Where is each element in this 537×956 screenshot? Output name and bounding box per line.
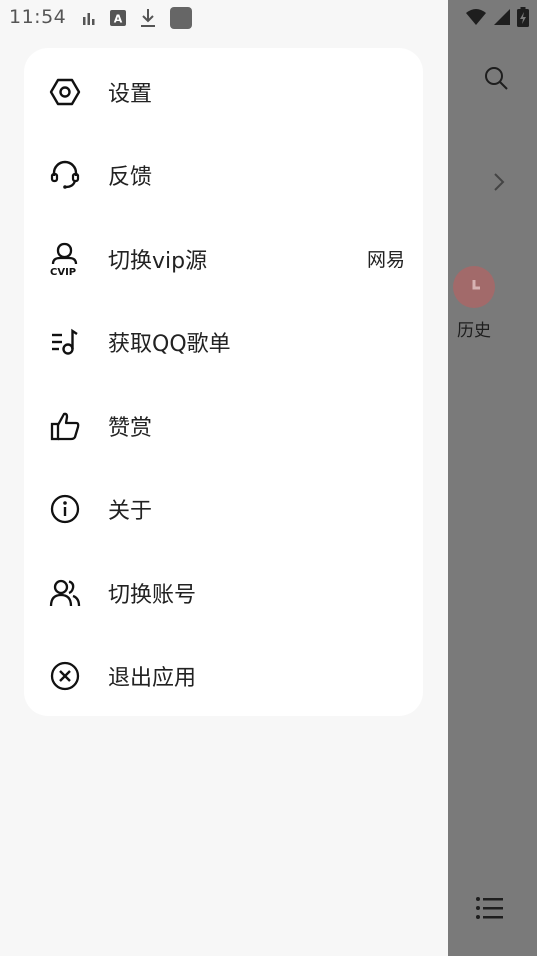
history-shortcut: 历史 (452, 266, 496, 341)
signal-icon (494, 9, 510, 25)
menu-item-switch-vip-source[interactable]: CVIP 切换vip源 网易 (24, 217, 423, 300)
headset-icon (48, 158, 82, 192)
svg-text:CVIP: CVIP (50, 267, 76, 276)
history-label: 历史 (457, 321, 491, 341)
menu-item-label: 切换vip源 (108, 248, 208, 274)
notification-icons: A (82, 7, 192, 29)
settings-icon (48, 75, 82, 109)
font-a-icon: A (110, 10, 126, 26)
list-icon (474, 894, 506, 922)
vip-user-icon: CVIP (48, 242, 82, 276)
menu-item-label: 反馈 (108, 164, 153, 190)
exit-icon (48, 659, 82, 693)
system-status-icons (465, 6, 529, 28)
svg-text:A: A (114, 13, 123, 26)
history-icon (453, 266, 495, 308)
switch-account-icon (48, 576, 82, 610)
menu-item-about[interactable]: 关于 (24, 467, 423, 550)
vip-source-value: 网易 (366, 249, 405, 271)
menu-item-label: 赞赏 (108, 415, 153, 441)
menu-item-switch-account[interactable]: 切换账号 (24, 551, 423, 634)
info-icon (48, 492, 82, 526)
equalizer-icon (83, 13, 95, 25)
menu-item-label: 获取QQ歌单 (108, 331, 231, 357)
status-bar: 11:54 A (0, 0, 537, 36)
navigation-drawer: 设置 反馈 CVIP 切换vip源 网易 获取QQ歌单 赞赏 关于 切换账号 退… (0, 0, 448, 956)
battery-icon (517, 7, 529, 27)
search-icon (482, 64, 510, 92)
status-time: 11:54 (9, 6, 67, 28)
app-square-icon (170, 7, 192, 29)
menu-item-label: 关于 (108, 498, 153, 524)
menu-item-label: 退出应用 (108, 665, 197, 691)
download-icon (141, 9, 155, 27)
menu-card: 设置 反馈 CVIP 切换vip源 网易 获取QQ歌单 赞赏 关于 切换账号 退… (24, 48, 423, 716)
menu-item-donate[interactable]: 赞赏 (24, 384, 423, 467)
wifi-icon (466, 9, 486, 25)
menu-item-settings[interactable]: 设置 (24, 50, 423, 133)
menu-item-import-qq-playlist[interactable]: 获取QQ歌单 (24, 300, 423, 383)
chevron-right-icon (490, 170, 508, 194)
thumb-up-icon (48, 409, 82, 443)
menu-item-label: 切换账号 (108, 582, 197, 608)
menu-item-label: 设置 (108, 81, 153, 107)
menu-item-exit-app[interactable]: 退出应用 (24, 634, 423, 717)
menu-item-feedback[interactable]: 反馈 (24, 133, 423, 216)
playlist-icon (48, 325, 82, 359)
